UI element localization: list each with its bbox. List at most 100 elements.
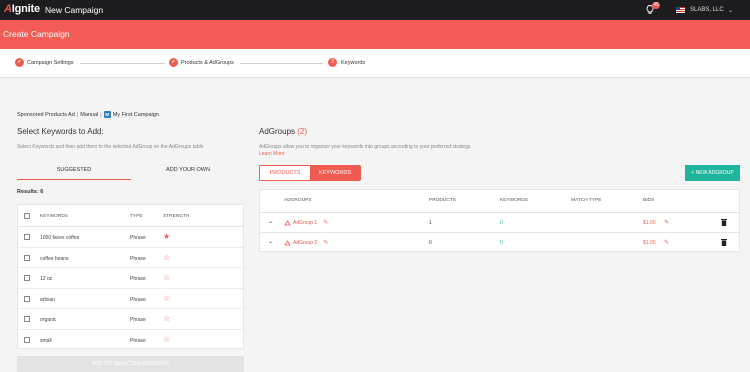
type-cell: Phrase	[130, 276, 146, 282]
step-keywords[interactable]: Keywords	[341, 60, 365, 66]
tab-add-your-own[interactable]: ADD YOUR OWN	[131, 161, 245, 180]
bid-cell: $1.00	[643, 220, 656, 226]
column-header: PRODUCTS	[429, 198, 456, 203]
ad-type: Sponsored Products Ad	[17, 111, 75, 118]
table-row[interactable]: ⌄ AdGroup 2 ✎ 0 0 $1.00 ✎	[260, 232, 739, 252]
breadcrumb-separator: |	[100, 111, 102, 118]
adgroup-icon	[284, 219, 291, 225]
pencil-icon[interactable]: ✎	[664, 219, 669, 226]
breadcrumb: Sponsored Products Ad | Manual | M My Fi…	[17, 111, 159, 118]
star-icon: ☆	[163, 334, 171, 344]
page-header: Create Campaign	[0, 20, 750, 49]
keywords-cell[interactable]: 0	[500, 220, 503, 226]
step-3-number: 3	[328, 58, 337, 67]
pencil-icon[interactable]: ✎	[323, 239, 328, 246]
step-products-adgroups[interactable]: Products & AdGroups	[181, 60, 234, 66]
company-selector[interactable]: SLABS, LLC	[690, 7, 724, 13]
column-header: TYPE	[130, 214, 143, 219]
row-checkbox[interactable]	[24, 336, 30, 343]
breadcrumb-separator: |	[76, 111, 79, 118]
table-header: KEYWORDS TYPE STRENGTH	[18, 205, 243, 227]
row-checkbox[interactable]	[24, 254, 30, 261]
stepper: ✔ Campaign Settings ✔ Products & AdGroup…	[0, 49, 750, 78]
step-connector	[240, 63, 323, 64]
type-cell: Phrase	[130, 296, 146, 303]
star-icon: ★	[163, 232, 171, 241]
add-to-adgroup-button[interactable]: ADD TO SELECTED ADGROUP	[17, 356, 244, 372]
adgroup-icon	[284, 239, 291, 245]
adgroup-name: AdGroup 2 ✎	[284, 239, 328, 246]
table-row[interactable]: organic Phrase ☆	[18, 309, 243, 330]
table-row[interactable]: artisan Phrase ☆	[18, 289, 243, 309]
row-checkbox[interactable]	[24, 295, 30, 302]
keyword-cell: 12 oz	[40, 276, 53, 282]
keyword-cell: 1000 faces coffee	[40, 235, 80, 241]
select-keywords-title: Select Keywords to Add:	[17, 127, 104, 136]
adgroups-count: (2)	[297, 127, 308, 136]
keyword-cell: coffee beans	[40, 255, 69, 262]
type-cell: Phrase	[130, 317, 146, 323]
pencil-icon[interactable]: ✎	[323, 219, 328, 226]
table-row[interactable]: small Phrase ☆	[18, 330, 243, 351]
results-count: Results: 6	[17, 189, 44, 195]
products-cell: 0	[429, 240, 432, 246]
row-checkbox[interactable]	[24, 316, 30, 322]
pencil-icon[interactable]: ✎	[664, 239, 669, 246]
type-cell: Phrase	[130, 337, 146, 344]
bid-cell: $1.00	[643, 240, 656, 246]
products-cell: 1	[429, 220, 432, 226]
chevron-down-icon[interactable]: ⌄	[268, 238, 273, 245]
adgroup-name: AdGroup 1 ✎	[284, 219, 328, 226]
column-header: ADGROUPS	[284, 198, 312, 203]
star-icon: ☆	[163, 293, 171, 303]
adgroups-description: AdGroups allow you to organize your keyw…	[259, 144, 472, 157]
keyword-cell: artisan	[40, 296, 56, 303]
tab-suggested[interactable]: SUGGESTED	[17, 161, 131, 180]
table-row[interactable]: 12 oz Phrase ☆	[18, 268, 243, 289]
column-header: STRENGTH	[163, 214, 190, 219]
manual-badge: M	[103, 111, 111, 118]
select-keywords-subtitle: Select Keywords and then add them to the…	[17, 144, 204, 150]
toggle-keywords[interactable]: KEYWORDS	[310, 166, 360, 180]
row-checkbox[interactable]	[24, 275, 30, 281]
step-connector	[80, 63, 165, 64]
type-cell: Phrase	[130, 255, 146, 262]
trash-icon[interactable]	[721, 219, 727, 226]
column-header: BIDS	[643, 198, 655, 203]
keyword-cell: small	[40, 337, 52, 344]
table-row[interactable]: ⌄ AdGroup 1 ✎ 1 0 $1.00 ✎	[260, 212, 739, 232]
row-checkbox[interactable]	[24, 234, 30, 240]
toggle-products[interactable]: PRODUCTS	[260, 166, 310, 180]
app-title: New Campaign	[45, 5, 104, 15]
us-flag-icon	[676, 7, 685, 13]
adgroups-title: AdGroups (2)	[259, 127, 308, 136]
select-all-checkbox[interactable]	[24, 213, 30, 219]
keywords-table: KEYWORDS TYPE STRENGTH 1000 faces coffee…	[17, 204, 244, 349]
column-header: MATCH TYPE	[571, 198, 602, 203]
step-2-check-icon: ✔	[169, 58, 178, 67]
trash-icon[interactable]	[721, 239, 727, 246]
campaign-name: My First Campaign	[112, 111, 159, 118]
chevron-down-icon[interactable]: ⌄	[268, 218, 273, 225]
table-row[interactable]: coffee beans Phrase ☆	[18, 248, 243, 268]
keywords-cell[interactable]: 0	[500, 240, 503, 246]
keyword-cell: organic	[40, 317, 57, 323]
chevron-down-icon[interactable]: ⌄	[728, 7, 733, 14]
adgroups-table: ADGROUPS PRODUCTS KEYWORDS MATCH TYPE BI…	[259, 189, 740, 252]
top-bar: AIgnite New Campaign 45 SLABS, LLC ⌄	[0, 0, 750, 20]
notification-badge: 45	[652, 2, 660, 9]
step-campaign-settings[interactable]: Campaign Settings	[27, 60, 73, 66]
column-header: KEYWORDS	[500, 198, 528, 203]
step-1-check-icon: ✔	[15, 58, 24, 67]
targeting-mode: Manual	[80, 111, 99, 118]
star-icon: ☆	[163, 252, 171, 262]
star-icon: ☆	[163, 273, 171, 282]
column-header: KEYWORDS	[40, 214, 68, 219]
new-adgroup-button[interactable]: + NEW ADGROUP	[685, 165, 740, 181]
table-row[interactable]: 1000 faces coffee Phrase ★	[18, 227, 243, 248]
view-toggle: PRODUCTS KEYWORDS	[259, 165, 361, 181]
app-logo[interactable]: AIgnite	[4, 3, 40, 15]
learn-more-link[interactable]: Learn More	[259, 151, 285, 157]
page-title: Create Campaign	[3, 29, 70, 39]
star-icon: ☆	[163, 314, 171, 323]
